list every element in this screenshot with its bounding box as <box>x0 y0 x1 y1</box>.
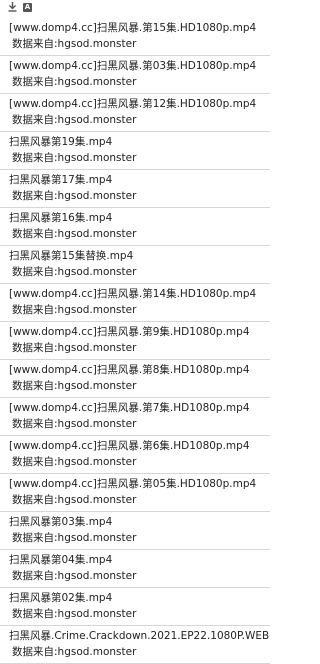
file-source: 数据来自:hgsod.monster <box>12 114 137 126</box>
a-icon: A <box>23 2 32 12</box>
list-item[interactable]: [www.domp4.cc]扫黑风暴.第6集.HD1080p.mp4 数据来自:h… <box>0 436 270 474</box>
file-name: [www.domp4.cc]扫黑风暴.第9集.HD1080p.mp4 <box>9 326 250 338</box>
list-item[interactable]: [www.domp4.cc]扫黑风暴.第9集.HD1080p.mp4 数据来自:h… <box>0 322 270 360</box>
list-item[interactable]: 扫黑风暴.Crime.Crackdown.2021.EP22.1080P.WEB… <box>0 626 270 664</box>
file-source: 数据来自:hgsod.monster <box>12 456 137 468</box>
file-source: 数据来自:hgsod.monster <box>12 646 137 658</box>
file-name: [www.domp4.cc]扫黑风暴.第8集.HD1080p.mp4 <box>9 364 250 376</box>
file-source: 数据来自:hgsod.monster <box>12 418 137 430</box>
file-name: 扫黑风暴第17集.mp4 <box>9 174 113 186</box>
file-source: 数据来自:hgsod.monster <box>12 380 137 392</box>
list-item[interactable]: [www.domp4.cc]扫黑风暴.第12集.HD1080p.mp4 数据来自:… <box>0 94 270 132</box>
download-icon <box>8 2 17 12</box>
file-name: 扫黑风暴第02集.mp4 <box>9 592 113 604</box>
file-source: 数据来自:hgsod.monster <box>12 190 137 202</box>
list-item[interactable]: [www.domp4.cc]扫黑风暴.第8集.HD1080p.mp4 数据来自:h… <box>0 360 270 398</box>
list-item[interactable]: 扫黑风暴第15集替换.mp4 数据来自:hgsod.monster <box>0 246 270 284</box>
file-name: [www.domp4.cc]扫黑风暴.第7集.HD1080p.mp4 <box>9 402 250 414</box>
list-item[interactable]: 扫黑风暴第16集.mp4 数据来自:hgsod.monster <box>0 208 270 246</box>
file-source: 数据来自:hgsod.monster <box>12 532 137 544</box>
file-name: [www.domp4.cc]扫黑风暴.第03集.HD1080p.mp4 <box>9 60 257 72</box>
file-name: 扫黑风暴第15集替换.mp4 <box>9 250 134 262</box>
file-source: 数据来自:hgsod.monster <box>12 608 137 620</box>
list-item[interactable]: [www.domp4.cc]扫黑风暴.第15集.HD1080p.mp4 数据来自:… <box>0 18 270 56</box>
file-source: 数据来自:hgsod.monster <box>12 152 137 164</box>
file-name: [www.domp4.cc]扫黑风暴.第6集.HD1080p.mp4 <box>9 440 250 452</box>
file-source: 数据来自:hgsod.monster <box>12 266 137 278</box>
status-bar: A <box>0 0 270 14</box>
file-source: 数据来自:hgsod.monster <box>12 570 137 582</box>
file-source: 数据来自:hgsod.monster <box>12 38 137 50</box>
file-name: 扫黑风暴第04集.mp4 <box>9 554 113 566</box>
list-item[interactable]: 扫黑风暴第17集.mp4 数据来自:hgsod.monster <box>0 170 270 208</box>
file-source: 数据来自:hgsod.monster <box>12 228 137 240</box>
file-source: 数据来自:hgsod.monster <box>12 494 137 506</box>
file-name: 扫黑风暴第16集.mp4 <box>9 212 113 224</box>
file-name: [www.domp4.cc]扫黑风暴.第05集.HD1080p.mp4 <box>9 478 257 490</box>
file-list: [www.domp4.cc]扫黑风暴.第15集.HD1080p.mp4 数据来自:… <box>0 18 270 664</box>
file-name: [www.domp4.cc]扫黑风暴.第12集.HD1080p.mp4 <box>9 98 257 110</box>
file-source: 数据来自:hgsod.monster <box>12 342 137 354</box>
file-name: [www.domp4.cc]扫黑风暴.第14集.HD1080p.mp4 <box>9 288 257 300</box>
file-name: 扫黑风暴第19集.mp4 <box>9 136 113 148</box>
file-name: 扫黑风暴第03集.mp4 <box>9 516 113 528</box>
list-item[interactable]: 扫黑风暴第03集.mp4 数据来自:hgsod.monster <box>0 512 270 550</box>
file-source: 数据来自:hgsod.monster <box>12 76 137 88</box>
file-name: [www.domp4.cc]扫黑风暴.第15集.HD1080p.mp4 <box>9 22 257 34</box>
list-item[interactable]: 扫黑风暴第19集.mp4 数据来自:hgsod.monster <box>0 132 270 170</box>
file-name: 扫黑风暴.Crime.Crackdown.2021.EP22.1080P.WEB… <box>9 630 270 642</box>
list-item[interactable]: [www.domp4.cc]扫黑风暴.第7集.HD1080p.mp4 数据来自:h… <box>0 398 270 436</box>
list-item[interactable]: 扫黑风暴第04集.mp4 数据来自:hgsod.monster <box>0 550 270 588</box>
list-item[interactable]: [www.domp4.cc]扫黑风暴.第14集.HD1080p.mp4 数据来自:… <box>0 284 270 322</box>
list-item[interactable]: 扫黑风暴第02集.mp4 数据来自:hgsod.monster <box>0 588 270 626</box>
list-item[interactable]: [www.domp4.cc]扫黑风暴.第03集.HD1080p.mp4 数据来自:… <box>0 56 270 94</box>
file-source: 数据来自:hgsod.monster <box>12 304 137 316</box>
